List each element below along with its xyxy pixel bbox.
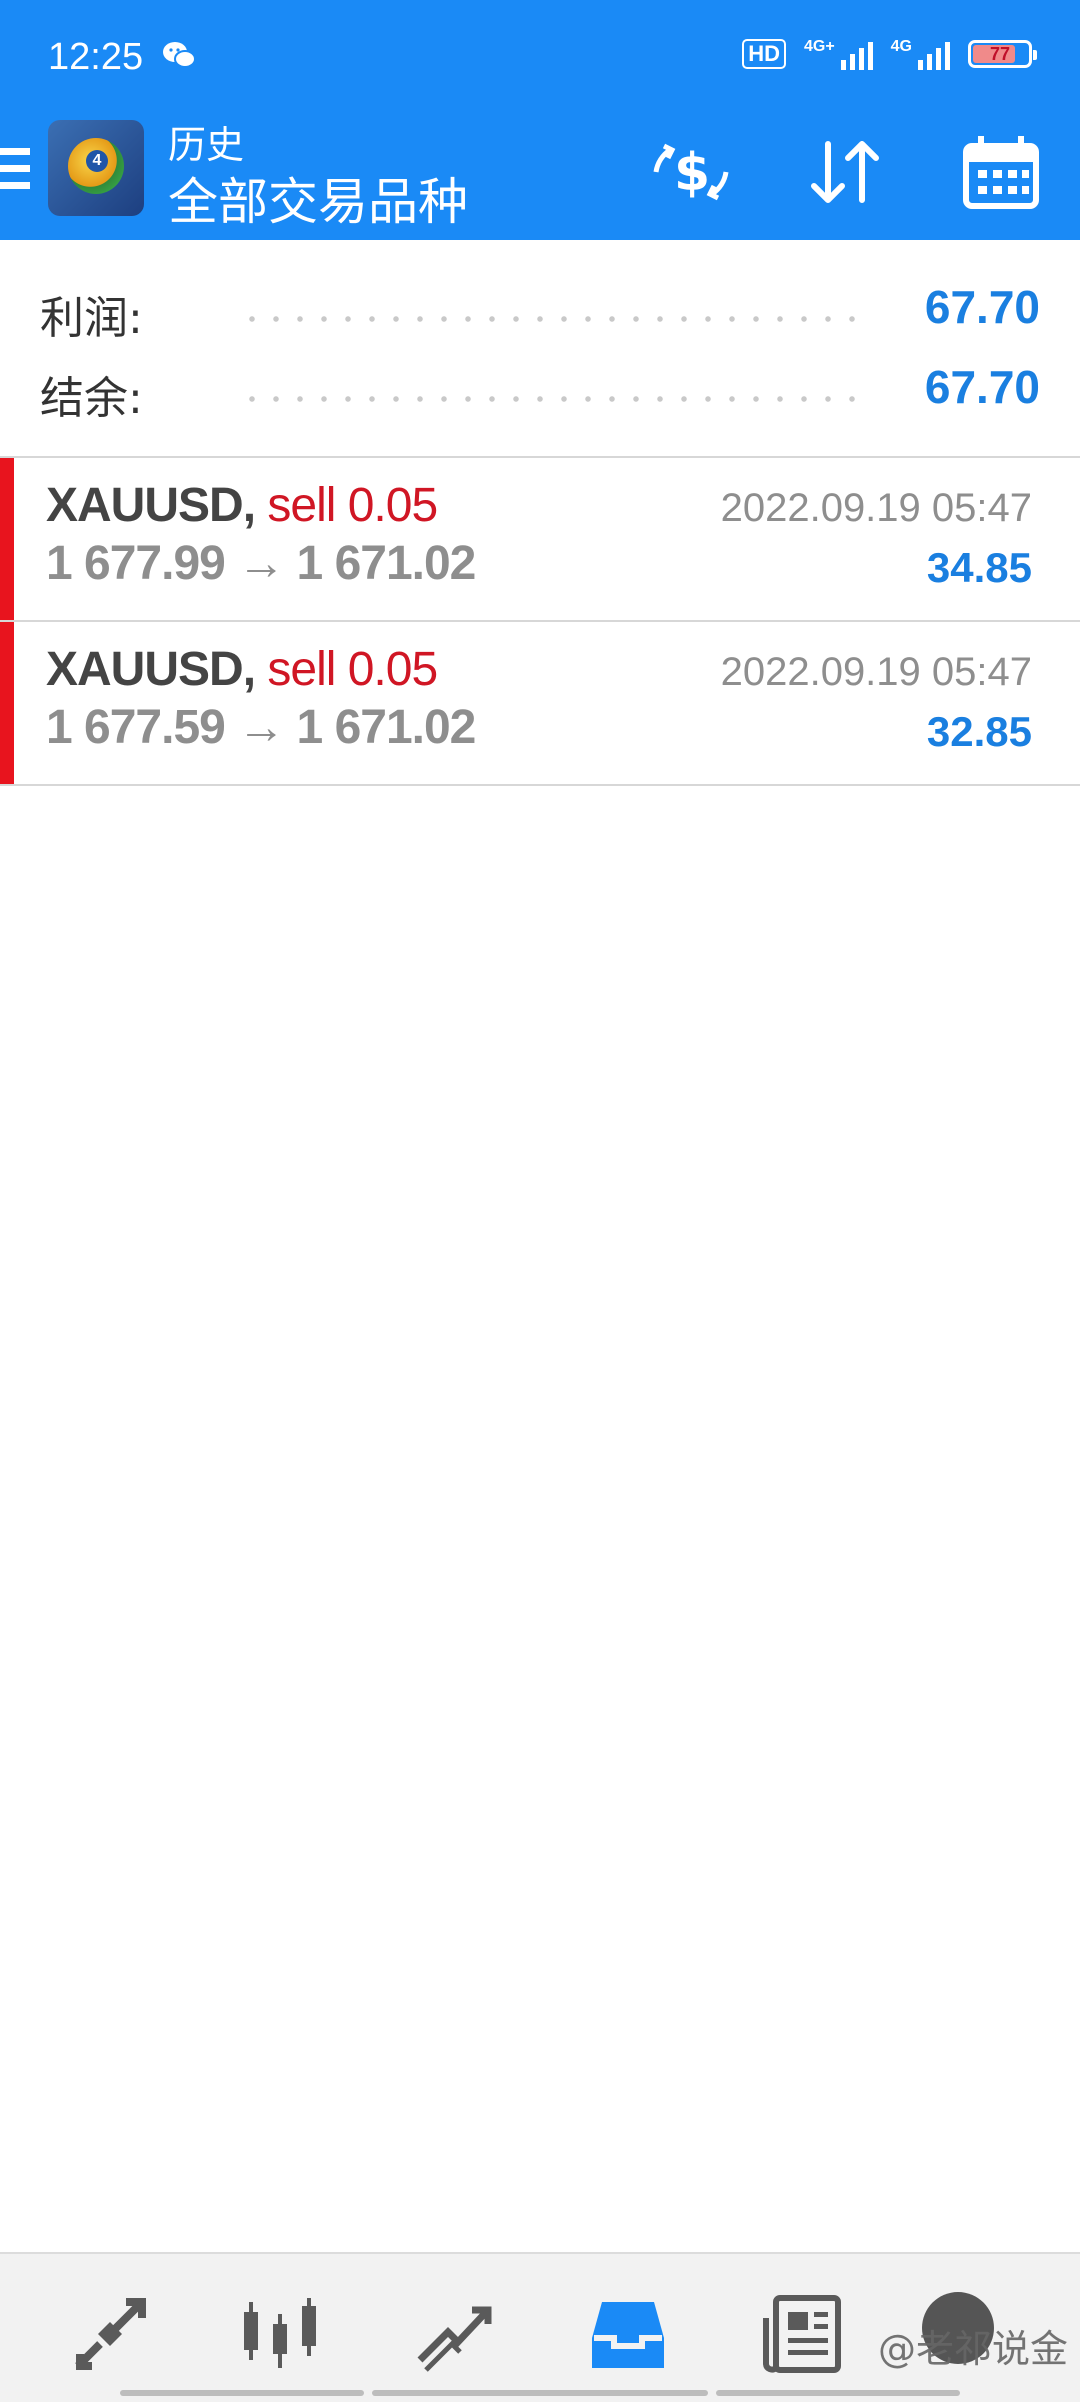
quotes-icon[interactable] — [70, 2294, 150, 2374]
battery-icon: 77 — [968, 40, 1037, 68]
deal-profit: 32.85 — [926, 708, 1032, 755]
deal-price-line: 1 677.59 → 1 671.02 — [46, 700, 477, 755]
open-price: 1 677.59 — [46, 701, 226, 754]
balance-value: 67.70 — [924, 361, 1040, 413]
deal-symbol-line: XAUUSD, sell 0.05 — [46, 478, 438, 533]
summary-panel: 利润: 67.70 结余: 67.70 — [0, 260, 1080, 458]
nav-indicator — [716, 2390, 960, 2396]
sort-icon[interactable] — [800, 132, 890, 212]
dotted-leader — [240, 396, 870, 402]
status-indicators: HD 4G+ 4G 77 — [742, 38, 1037, 70]
arrow-icon: → — [237, 701, 285, 754]
nav-indicator — [120, 2390, 364, 2396]
deal-time: 2022.09.19 05:47 — [720, 650, 1032, 694]
app-bar: 4 历史 全部交易品种 $ — [0, 120, 1080, 240]
balance-row: 结余: 67.70 — [40, 358, 1040, 424]
profit-label: 利润: — [40, 293, 143, 344]
svg-text:$: $ — [674, 143, 710, 203]
signal-4g-icon: 4G — [891, 38, 950, 70]
bottom-navigation: @老祁说金 — [0, 2252, 1080, 2402]
close-price: 1 671.02 — [296, 701, 477, 754]
deal-side-volume: sell 0.05 — [267, 643, 438, 696]
calendar-icon[interactable] — [958, 132, 1048, 212]
deal-row[interactable]: XAUUSD, sell 0.05 1 677.99 → 1 671.02 20… — [0, 458, 1080, 622]
hd-voice-icon: HD — [742, 39, 786, 69]
app-logo[interactable]: 4 — [48, 120, 144, 216]
trade-icon[interactable] — [414, 2294, 494, 2374]
sell-indicator-bar — [0, 622, 14, 784]
profit-row: 利润: 67.70 — [40, 278, 1040, 344]
close-price: 1 671.02 — [296, 537, 477, 590]
deal-symbol-line: XAUUSD, sell 0.05 — [46, 642, 438, 697]
deal-profit: 34.85 — [926, 544, 1032, 591]
deal-symbol: XAUUSD, — [46, 643, 256, 696]
open-price: 1 677.99 — [46, 537, 226, 590]
nav-indicator — [372, 2390, 708, 2396]
history-icon[interactable] — [588, 2294, 668, 2374]
deal-side-volume: sell 0.05 — [267, 479, 438, 532]
dotted-leader — [240, 316, 870, 322]
wechat-notification-icon — [163, 42, 196, 68]
deal-time: 2022.09.19 05:47 — [720, 486, 1032, 530]
watermark: @老祁说金 — [877, 2327, 1068, 2371]
deal-price-line: 1 677.99 → 1 671.02 — [46, 536, 477, 591]
status-bar: 12:25 HD 4G+ 4G 77 — [0, 0, 1080, 120]
signal-4g-plus-icon: 4G+ — [804, 38, 873, 70]
menu-icon[interactable] — [0, 148, 30, 196]
balance-label: 结余: — [40, 373, 143, 424]
deal-symbol: XAUUSD, — [46, 479, 256, 532]
news-icon[interactable] — [762, 2294, 842, 2374]
deal-row[interactable]: XAUUSD, sell 0.05 1 677.59 → 1 671.02 20… — [0, 622, 1080, 786]
symbol-filter-title[interactable]: 全部交易品种 — [168, 162, 468, 234]
deposit-withdraw-filter-icon[interactable]: $ — [646, 132, 736, 212]
arrow-icon: → — [237, 537, 285, 590]
page-subtitle: 历史 — [168, 123, 245, 167]
sell-indicator-bar — [0, 458, 14, 620]
battery-level: 77 — [989, 44, 1011, 64]
chart-icon[interactable] — [240, 2294, 320, 2374]
profit-value: 67.70 — [924, 281, 1040, 333]
status-time: 12:25 — [48, 36, 144, 78]
